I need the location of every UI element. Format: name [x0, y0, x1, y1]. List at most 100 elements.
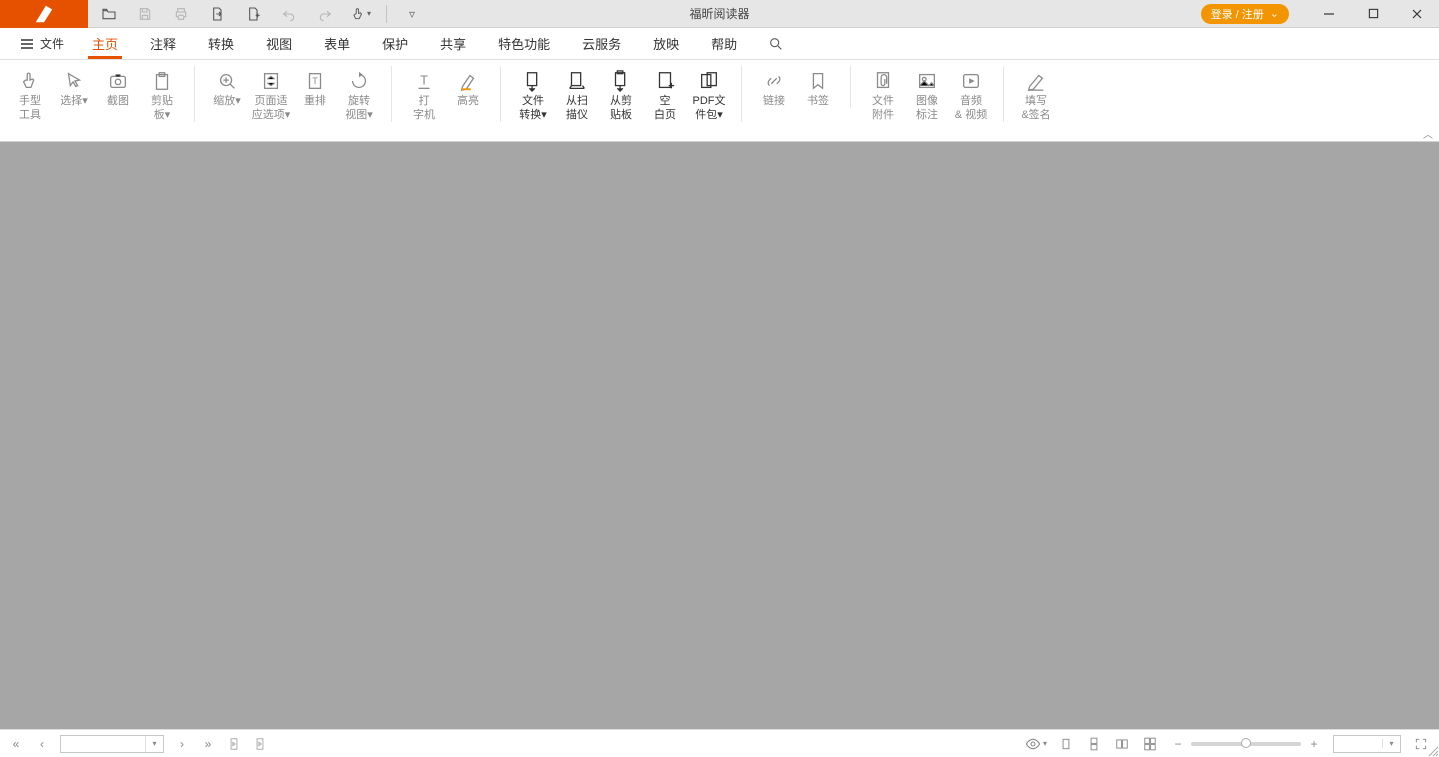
- ribbon-fit-button[interactable]: 页面适应选项▾: [249, 66, 293, 122]
- search-button[interactable]: [763, 36, 789, 52]
- zoom-thumb[interactable]: [1241, 738, 1251, 748]
- ribbon-fromclip-button[interactable]: 从剪 贴板: [599, 66, 643, 122]
- chevron-double-right-icon: »: [205, 737, 212, 751]
- tab-5[interactable]: 保护: [366, 28, 424, 59]
- qat-customize-button[interactable]: ▿: [401, 3, 423, 25]
- ribbon-select-button[interactable]: 选择▾: [52, 66, 96, 108]
- ribbon-clipboard-button[interactable]: 剪贴板▾: [140, 66, 184, 122]
- tab-label: 主页: [92, 34, 118, 53]
- zoom-icon: [216, 68, 238, 94]
- close-button[interactable]: [1395, 0, 1439, 28]
- chevron-double-left-icon: «: [13, 737, 20, 751]
- continuous-facing-view-button[interactable]: [1141, 735, 1159, 753]
- ribbon-image-button[interactable]: 图像 标注: [905, 66, 949, 122]
- ribbon-reflow-button[interactable]: T重排: [293, 66, 337, 108]
- tab-label: 共享: [440, 34, 466, 53]
- tab-4[interactable]: 表单: [308, 28, 366, 59]
- zoom-track[interactable]: [1191, 742, 1301, 746]
- tab-label: 视图: [266, 34, 292, 53]
- new-page-button[interactable]: [242, 3, 264, 25]
- redo-icon: [317, 6, 333, 22]
- cont-facing-icon: [1142, 737, 1158, 751]
- tab-7[interactable]: 特色功能: [482, 28, 566, 59]
- tab-1[interactable]: 注释: [134, 28, 192, 59]
- print-button[interactable]: [170, 3, 192, 25]
- next-view-button[interactable]: [252, 736, 268, 752]
- single-page-view-button[interactable]: [1057, 735, 1075, 753]
- minimize-button[interactable]: [1307, 0, 1351, 28]
- zoom-in-button[interactable]: +: [1305, 735, 1323, 753]
- ribbon-highlight-button[interactable]: 高亮: [446, 66, 490, 108]
- reading-mode-button[interactable]: ▾: [1025, 736, 1047, 752]
- page-nav: « ‹ ▾ › »: [8, 735, 268, 753]
- ribbon-scanner-button[interactable]: 从扫 描仪: [555, 66, 599, 122]
- login-register-button[interactable]: 登录 / 注册 ⌄: [1201, 4, 1289, 24]
- tab-10[interactable]: 帮助: [695, 28, 753, 59]
- continuous-view-button[interactable]: [1085, 735, 1103, 753]
- resize-grip-icon[interactable]: [1427, 745, 1439, 757]
- ribbon-snapshot-button[interactable]: 截图: [96, 66, 140, 108]
- page-number-input[interactable]: [61, 736, 145, 752]
- app-logo[interactable]: [0, 0, 88, 28]
- zoom-value-input[interactable]: [1334, 736, 1382, 752]
- ribbon-attach-button[interactable]: 文件 附件: [861, 66, 905, 122]
- tab-6[interactable]: 共享: [424, 28, 482, 59]
- printer-icon: [173, 6, 189, 22]
- ribbon-group-sign: 填写 &签名: [1014, 66, 1068, 122]
- ribbon-media-button[interactable]: 音频 & 视频: [949, 66, 993, 122]
- page-dropdown-button[interactable]: ▾: [145, 736, 163, 752]
- ribbon-hand-button[interactable]: 手型 工具: [8, 66, 52, 122]
- open-button[interactable]: [98, 3, 120, 25]
- ribbon-portfolio-button[interactable]: PDF文件包▾: [687, 66, 731, 122]
- file-menu-label: 文件: [40, 35, 64, 52]
- tab-2[interactable]: 转换: [192, 28, 250, 59]
- zoom-out-button[interactable]: −: [1169, 735, 1187, 753]
- ribbon-blank-button[interactable]: 空 白页: [643, 66, 687, 122]
- ribbon-fileconvert-button[interactable]: 文件转换▾: [511, 66, 555, 122]
- facing-view-button[interactable]: [1113, 735, 1131, 753]
- plus-icon: +: [1310, 737, 1317, 751]
- tab-3[interactable]: 视图: [250, 28, 308, 59]
- ribbon-button-label: 文件 附件: [872, 94, 894, 122]
- first-page-button[interactable]: «: [8, 736, 24, 752]
- ribbon-group-view: 缩放▾页面适应选项▾T重排旋转视图▾: [205, 66, 392, 122]
- chevron-down-icon: ▾: [1043, 739, 1047, 748]
- ribbon-bookmark-button[interactable]: 书签: [796, 66, 840, 108]
- page-number-box[interactable]: ▾: [60, 735, 164, 753]
- chevron-down-icon: ▾: [367, 9, 371, 18]
- tab-0[interactable]: 主页: [76, 28, 134, 59]
- ribbon-rotate-button[interactable]: 旋转视图▾: [337, 66, 381, 122]
- minimize-icon: [1323, 8, 1335, 20]
- media-icon: [960, 68, 982, 94]
- prev-page-button[interactable]: ‹: [34, 736, 50, 752]
- undo-button[interactable]: [278, 3, 300, 25]
- zoom-value-box[interactable]: ▾: [1333, 735, 1401, 753]
- collapse-ribbon-button[interactable]: ︿: [1423, 126, 1433, 141]
- ribbon-typewriter-button[interactable]: T打 字机: [402, 66, 446, 122]
- ribbon-button-label: 选择▾: [60, 94, 88, 108]
- last-page-button[interactable]: »: [200, 736, 216, 752]
- tab-8[interactable]: 云服务: [566, 28, 637, 59]
- file-menu-button[interactable]: 文件: [8, 28, 76, 59]
- page-prev-icon: [227, 737, 241, 751]
- prev-view-button[interactable]: [226, 736, 242, 752]
- export-button[interactable]: [206, 3, 228, 25]
- ribbon-button-label: 高亮: [457, 94, 479, 108]
- title-right: 登录 / 注册 ⌄: [1201, 0, 1439, 27]
- ribbon-button-label: 截图: [107, 94, 129, 108]
- single-page-icon: [1059, 737, 1073, 751]
- save-button[interactable]: [134, 3, 156, 25]
- zoom-slider: − +: [1169, 735, 1323, 753]
- touch-mode-button[interactable]: ▾: [350, 3, 372, 25]
- sign-icon: [1025, 68, 1047, 94]
- ribbon-button-label: 填写 &签名: [1021, 94, 1050, 122]
- app-title: 福昕阅读器: [689, 5, 749, 22]
- zoom-dropdown-button[interactable]: ▾: [1382, 739, 1400, 748]
- next-page-button[interactable]: ›: [174, 736, 190, 752]
- tab-9[interactable]: 放映: [637, 28, 695, 59]
- ribbon-sign-button[interactable]: 填写 &签名: [1014, 66, 1058, 122]
- maximize-button[interactable]: [1351, 0, 1395, 28]
- ribbon-zoom-button[interactable]: 缩放▾: [205, 66, 249, 108]
- ribbon-link-button[interactable]: 链接: [752, 66, 796, 108]
- redo-button[interactable]: [314, 3, 336, 25]
